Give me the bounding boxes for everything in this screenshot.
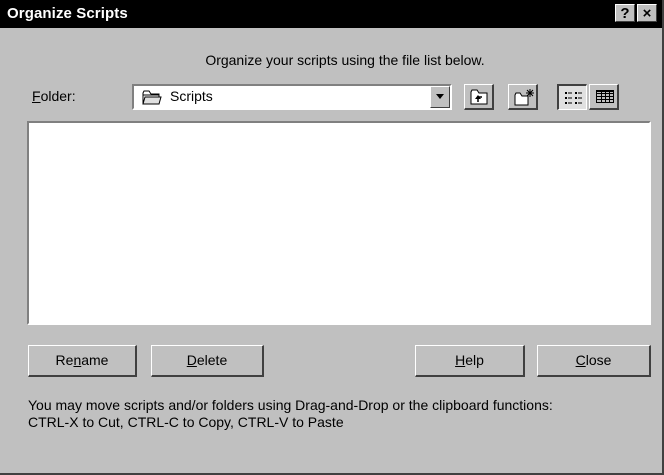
folder-icon	[142, 89, 162, 105]
help-title-button[interactable]: ?	[615, 4, 635, 22]
info-line-2: CTRL-X to Cut, CTRL-C to Copy, CTRL-V to…	[28, 414, 344, 430]
list-view-button[interactable]	[557, 84, 587, 110]
chevron-down-icon	[436, 94, 444, 99]
up-one-level-icon	[470, 89, 488, 105]
instruction-text: Organize your scripts using the file lis…	[205, 52, 485, 68]
window-title: Organize Scripts	[7, 5, 128, 22]
rename-button[interactable]: Rename	[28, 345, 137, 377]
help-button[interactable]: Help	[415, 345, 525, 377]
delete-button[interactable]: Delete	[151, 345, 264, 377]
combobox-dropdown-button[interactable]	[430, 86, 450, 108]
new-folder-button[interactable]	[508, 84, 538, 110]
folder-combobox[interactable]: Scripts	[132, 84, 452, 110]
close-button[interactable]: Close	[537, 345, 651, 377]
title-bar[interactable]: Organize Scripts ? ×	[0, 0, 662, 28]
new-folder-icon	[514, 89, 534, 106]
script-file-list[interactable]	[27, 121, 651, 325]
folder-label: Folder:	[32, 88, 76, 104]
info-line-1: You may move scripts and/or folders usin…	[28, 397, 553, 413]
details-view-button[interactable]	[589, 84, 619, 110]
list-view-icon	[565, 92, 582, 104]
up-one-level-button[interactable]	[464, 84, 494, 110]
organize-scripts-dialog: Organize Scripts ? × Organize your scrip…	[0, 0, 664, 475]
folder-combobox-value: Scripts	[170, 88, 213, 104]
info-text: You may move scripts and/or folders usin…	[28, 397, 553, 431]
close-title-button[interactable]: ×	[637, 4, 657, 22]
details-view-icon	[596, 90, 614, 103]
